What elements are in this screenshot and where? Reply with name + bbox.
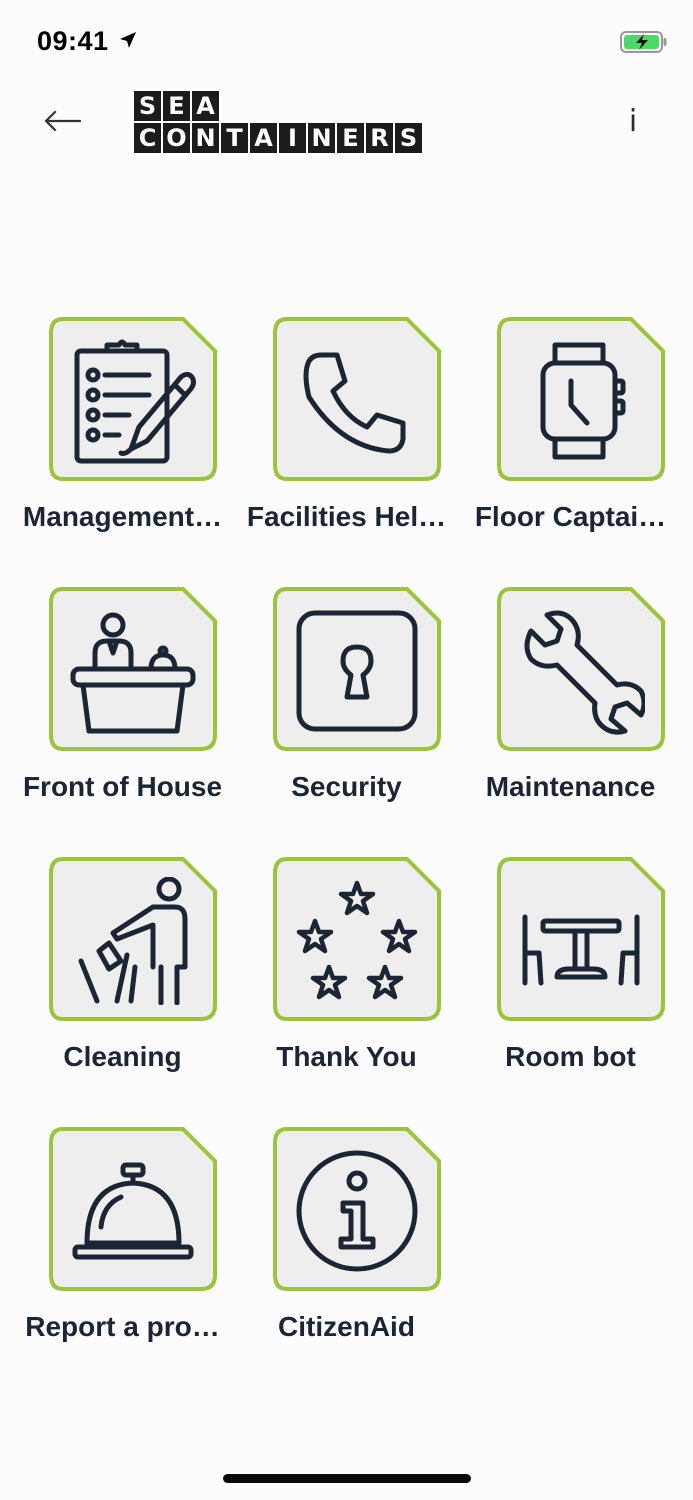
reception-desk-icon (70, 612, 196, 734)
logo-letter: E (163, 91, 190, 121)
tile-label: Floor Captai… (474, 501, 667, 532)
tile-label: CitizenAid (278, 1311, 415, 1342)
logo-letter: E (337, 123, 364, 153)
screen: 09:41 S E A C O N T A I N E R S i Manage… (0, 0, 693, 1500)
tile-room-bot[interactable]: Room bot (459, 855, 682, 1105)
tile-report-a-problem[interactable]: Report a pro… (11, 1125, 234, 1375)
person-cleaning-icon (78, 877, 188, 1005)
logo-letter: T (221, 123, 248, 153)
tile-label: Security (291, 771, 402, 802)
logo-row-2: C O N T A I N E R S (134, 123, 422, 153)
tile-front-of-house[interactable]: Front of House (11, 585, 234, 835)
tile-label: Management… (22, 501, 223, 532)
table-chairs-icon (522, 914, 640, 986)
watch-icon (540, 342, 626, 460)
home-indicator (223, 1474, 471, 1483)
stars-circle-icon (296, 880, 418, 1000)
logo-letter: S (134, 91, 161, 121)
logo-letter: A (192, 91, 219, 121)
logo-letter: R (366, 123, 393, 153)
logo-letter: S (395, 123, 422, 153)
tile-management[interactable]: Management… (11, 315, 234, 565)
tile-floor-captain[interactable]: Floor Captai… (459, 315, 682, 565)
back-button[interactable] (36, 98, 88, 144)
battery-charging-icon (620, 31, 667, 53)
service-bell-icon (72, 1162, 194, 1260)
keyhole-icon (296, 610, 418, 732)
tile-label: Facilities Hel… (246, 501, 447, 532)
logo-letter: N (308, 123, 335, 153)
clipboard-checklist-icon (74, 339, 196, 464)
tile-label: Room bot (505, 1041, 636, 1072)
wrench-icon (524, 610, 645, 735)
tile-label: Thank You (276, 1041, 417, 1072)
tile-label: Cleaning (63, 1041, 182, 1072)
tile-label: Maintenance (485, 771, 656, 802)
tile-cleaning[interactable]: Cleaning (11, 855, 234, 1105)
sea-containers-logo: S E A C O N T A I N E R S (134, 91, 422, 155)
tile-security[interactable]: Security (235, 585, 458, 835)
tile-label: Front of House (22, 771, 223, 802)
arrow-left-icon (44, 110, 82, 132)
logo-letter: A (250, 123, 277, 153)
app-header: S E A C O N T A I N E R S i (0, 84, 693, 174)
logo-row-1: S E A (134, 91, 422, 121)
logo-letter: C (134, 123, 161, 153)
logo-letter: I (279, 123, 306, 153)
tile-maintenance[interactable]: Maintenance (459, 585, 682, 835)
info-button[interactable]: i (616, 102, 650, 142)
logo-letter: N (192, 123, 219, 153)
tile-thank-you[interactable]: Thank You (235, 855, 458, 1105)
phone-icon (303, 352, 406, 454)
info-circle-icon (296, 1150, 418, 1272)
tile-citizenaid[interactable]: CitizenAid (235, 1125, 458, 1375)
tile-facilities-helpdesk[interactable]: Facilities Hel… (235, 315, 458, 565)
tile-label: Report a pro… (25, 1311, 220, 1342)
location-arrow-icon (120, 32, 136, 48)
status-time: 09:41 (37, 26, 109, 56)
status-bar: 09:41 (0, 0, 693, 84)
logo-letter: O (163, 123, 190, 153)
